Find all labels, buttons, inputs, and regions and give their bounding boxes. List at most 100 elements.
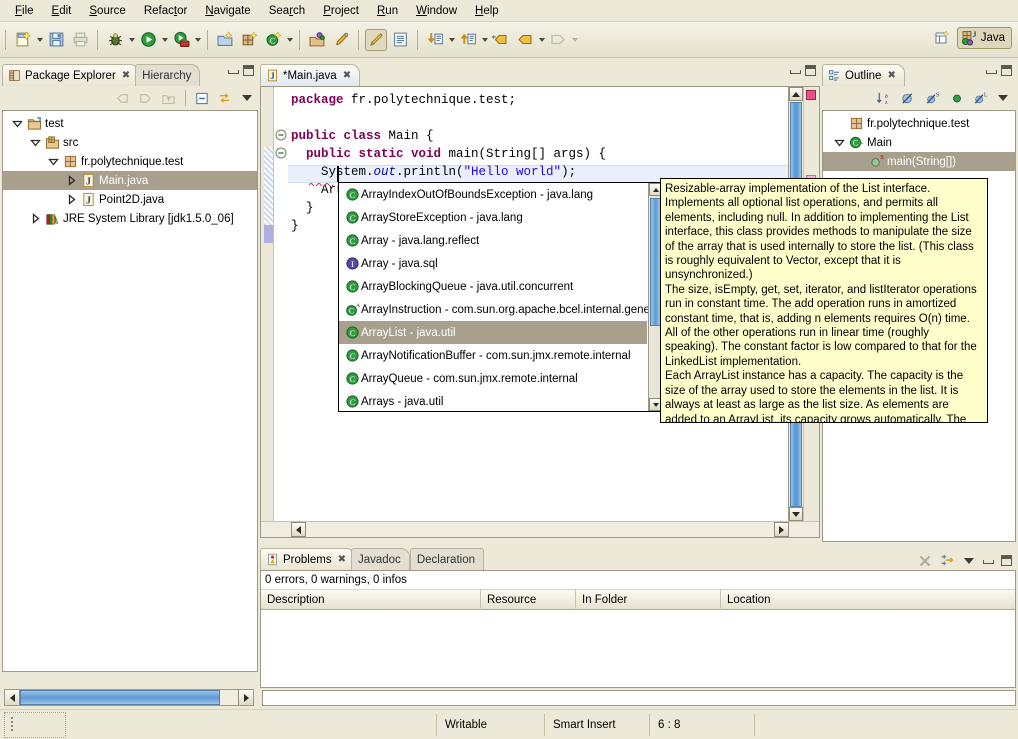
scroll-right-button[interactable] xyxy=(774,522,789,537)
back-arrow-icon[interactable] xyxy=(114,91,131,106)
tab-main-java[interactable]: J *Main.java ✖ xyxy=(260,64,361,86)
menu-refactor[interactable]: Refactor xyxy=(135,3,196,19)
link-with-editor-icon[interactable] xyxy=(216,91,233,106)
new-wizard-button[interactable] xyxy=(12,29,34,51)
menu-file[interactable]: File xyxy=(6,3,43,19)
expand-twisty-open-icon[interactable] xyxy=(27,133,43,152)
tree-row[interactable]: C Main xyxy=(823,133,1015,152)
close-icon[interactable]: ✖ xyxy=(343,70,351,81)
new-wizard-dropdown[interactable] xyxy=(35,29,44,51)
previous-annotation-button[interactable] xyxy=(457,29,479,51)
column-header-location[interactable]: Location xyxy=(721,590,1011,610)
next-annotation-dropdown[interactable] xyxy=(447,29,456,51)
previous-annotation-dropdown[interactable] xyxy=(480,29,489,51)
tab-declaration[interactable]: Declaration xyxy=(409,548,484,570)
hide-fields-icon[interactable] xyxy=(900,91,916,106)
open-perspective-button[interactable] xyxy=(931,27,953,49)
menu-run[interactable]: Run xyxy=(368,3,407,19)
tab-problems[interactable]: Problems ✖ xyxy=(260,548,355,570)
forward-arrow-icon[interactable] xyxy=(137,91,154,106)
tree-row[interactable]: fr.polytechnique.test xyxy=(3,152,257,171)
expand-twisty-closed-icon[interactable] xyxy=(63,190,79,209)
maximize-icon[interactable] xyxy=(1001,65,1012,76)
error-overview-marker[interactable] xyxy=(806,90,816,100)
expand-twisty-closed-icon[interactable] xyxy=(63,171,79,190)
menu-source[interactable]: Source xyxy=(80,3,134,19)
content-assist-item[interactable]: C Array - java.lang.reflect xyxy=(339,229,647,252)
back-button[interactable] xyxy=(514,29,536,51)
debug-button[interactable] xyxy=(104,29,126,51)
maximize-icon[interactable] xyxy=(805,65,816,76)
view-menu-icon[interactable] xyxy=(242,95,252,101)
problems-table-body[interactable] xyxy=(261,610,1015,686)
menu-window[interactable]: Window xyxy=(407,3,466,19)
forward-dropdown[interactable] xyxy=(570,29,579,51)
external-tools-dropdown[interactable] xyxy=(193,29,202,51)
perspective-java-button[interactable]: J Java xyxy=(956,27,1012,49)
forward-button[interactable] xyxy=(547,29,569,51)
minimize-icon[interactable] xyxy=(227,65,239,76)
editor-horizontal-scrollbar[interactable] xyxy=(261,521,819,537)
tree-row[interactable]: J Main.java xyxy=(3,171,257,190)
tab-javadoc[interactable]: Javadoc xyxy=(350,548,410,570)
expand-twisty-closed-icon[interactable] xyxy=(27,209,43,228)
open-type-button[interactable] xyxy=(306,29,328,51)
back-dropdown[interactable] xyxy=(537,29,546,51)
collapse-all-icon[interactable] xyxy=(194,91,210,106)
expand-twisty-open-icon[interactable] xyxy=(45,152,61,171)
scroll-thumb[interactable] xyxy=(20,690,220,705)
new-class-button[interactable]: C xyxy=(262,29,284,51)
tab-package-explorer[interactable]: Package Explorer ✖ xyxy=(2,64,140,86)
tree-row[interactable]: test xyxy=(3,114,257,133)
column-header-description[interactable]: Description xyxy=(261,589,481,610)
close-icon[interactable]: ✖ xyxy=(122,70,130,81)
minimize-icon[interactable] xyxy=(789,65,801,76)
sort-az-icon[interactable]: a z xyxy=(875,91,891,106)
new-class-dropdown[interactable] xyxy=(285,29,294,51)
hide-static-icon[interactable]: S xyxy=(925,91,941,106)
run-dropdown[interactable] xyxy=(160,29,169,51)
expand-twisty-open-icon[interactable] xyxy=(831,133,847,152)
folding-ruler[interactable] xyxy=(274,87,288,537)
package-explorer-horizontal-scrollbar[interactable] xyxy=(4,689,254,706)
content-assist-popup[interactable]: C ArrayIndexOutOfBoundsException - java.l… xyxy=(338,182,663,412)
hide-nonpublic-icon[interactable] xyxy=(950,91,964,106)
tree-row[interactable]: Smain(String[]) xyxy=(823,152,1015,171)
column-header-resource[interactable]: Resource xyxy=(481,589,576,610)
maximize-icon[interactable] xyxy=(243,65,254,76)
new-java-project-button[interactable] xyxy=(214,29,236,51)
delete-icon[interactable] xyxy=(918,554,932,568)
menu-help[interactable]: Help xyxy=(466,3,508,19)
content-assist-item[interactable]: C ArrayList - java.util xyxy=(339,321,647,344)
menu-project[interactable]: Project xyxy=(314,3,368,19)
toggle-mark-occurrences-button[interactable] xyxy=(365,28,387,51)
fold-collapse-icon[interactable] xyxy=(274,128,288,142)
content-assist-item[interactable]: C ArrayIndexOutOfBoundsException - java.l… xyxy=(339,183,647,206)
next-annotation-button[interactable] xyxy=(424,29,446,51)
close-icon[interactable]: ✖ xyxy=(887,70,895,81)
minimize-icon[interactable] xyxy=(985,65,997,76)
content-assist-item[interactable]: C ArrayStoreException - java.lang xyxy=(339,206,647,229)
tree-row[interactable]: JRE System Library [jdk1.5.0_06] xyxy=(3,209,257,228)
debug-dropdown[interactable] xyxy=(127,29,136,51)
scroll-right-button[interactable] xyxy=(238,690,253,705)
tree-row[interactable]: src xyxy=(3,133,257,152)
up-to-parent-icon[interactable] xyxy=(160,91,177,106)
menu-edit[interactable]: Edit xyxy=(43,3,81,19)
maximize-icon[interactable] xyxy=(1001,555,1012,566)
last-edit-location-button[interactable] xyxy=(490,29,512,51)
external-tools-button[interactable] xyxy=(170,29,192,51)
content-assist-item[interactable]: C ArrayQueue - com.sun.jmx.remote.interna… xyxy=(339,367,647,390)
content-assist-item[interactable]: I Array - java.sql xyxy=(339,252,647,275)
status-resize-grip[interactable] xyxy=(4,711,66,738)
view-menu-icon[interactable] xyxy=(964,557,974,564)
close-icon[interactable]: ✖ xyxy=(338,554,346,565)
view-menu-icon[interactable] xyxy=(998,95,1008,101)
tree-row[interactable]: J Point2D.java xyxy=(3,190,257,209)
fold-collapse-icon[interactable] xyxy=(274,146,288,160)
scroll-down-button[interactable] xyxy=(789,507,803,521)
menu-search[interactable]: Search xyxy=(260,3,314,19)
content-assist-item[interactable]: C ArrayBlockingQueue - java.util.concurre… xyxy=(339,275,647,298)
scroll-left-button[interactable] xyxy=(291,522,306,537)
scroll-left-button[interactable] xyxy=(5,690,20,705)
